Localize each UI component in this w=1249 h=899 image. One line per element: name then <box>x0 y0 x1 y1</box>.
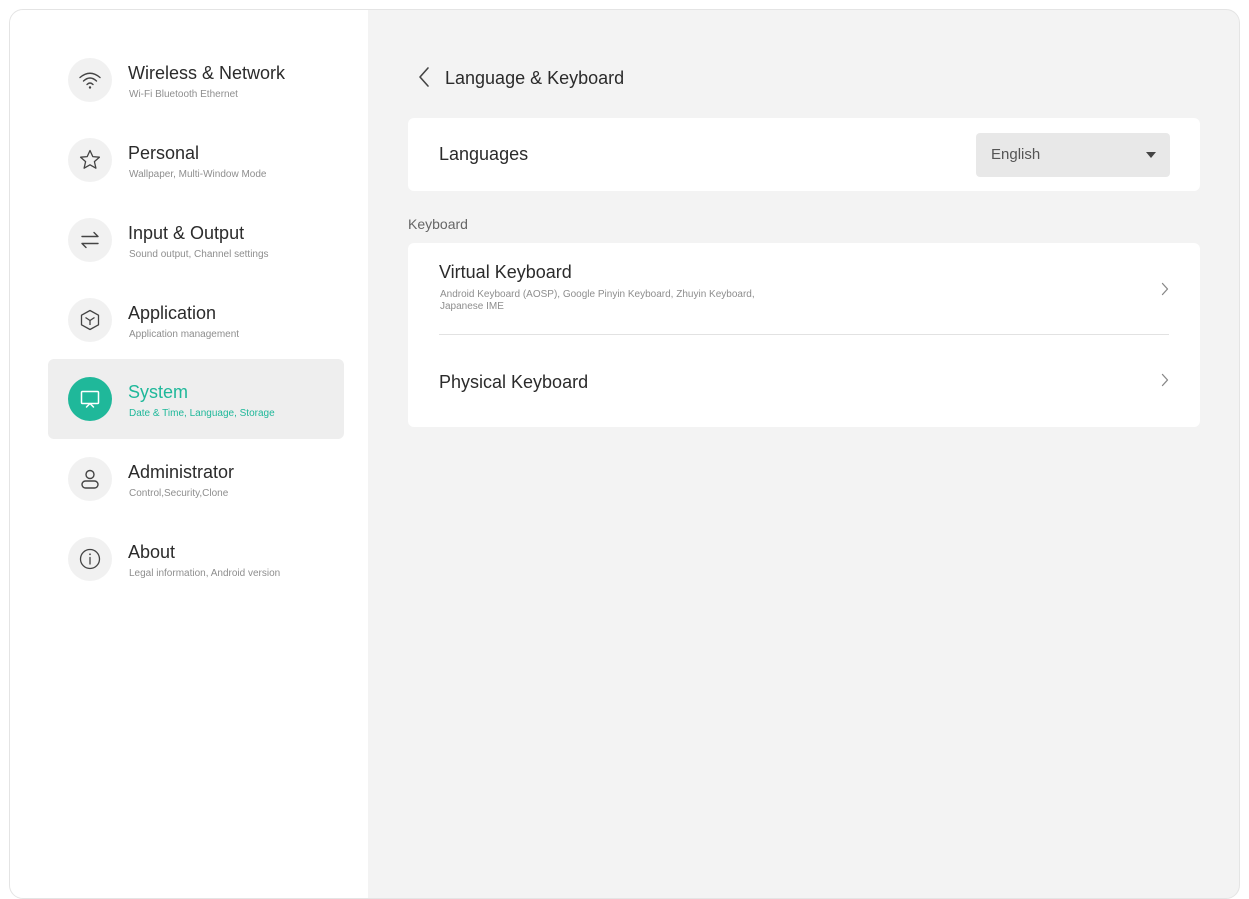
sidebar: Wireless & Network Wi-Fi Bluetooth Ether… <box>10 10 368 898</box>
language-dropdown[interactable]: English <box>976 133 1170 177</box>
wifi-icon <box>68 58 112 102</box>
sidebar-item-title: Input & Output <box>128 223 245 243</box>
sidebar-item-title: Administrator <box>128 462 235 482</box>
sidebar-item-subtitle: Legal information, Android version <box>129 568 281 579</box>
sidebar-item-title: Personal <box>128 143 200 163</box>
page-title: Language & Keyboard <box>445 68 625 88</box>
info-icon <box>68 537 112 581</box>
virtual-keyboard-subtitle: Android Keyboard (AOSP), Google Pinyin K… <box>440 289 755 312</box>
sidebar-item-administrator[interactable]: Administrator Control,Security,Clone <box>48 439 344 519</box>
sidebar-item-subtitle: Sound output, Channel settings <box>129 249 269 260</box>
sidebar-item-application[interactable]: Application Application management <box>48 280 344 360</box>
cube-icon <box>68 298 112 342</box>
sidebar-item-subtitle: Wallpaper, Multi-Window Mode <box>129 169 267 180</box>
language-dropdown-value: English <box>991 146 1041 163</box>
chevron-left-icon <box>419 67 429 87</box>
star-icon <box>68 138 112 182</box>
sidebar-item-subtitle: Application management <box>129 329 240 340</box>
sidebar-item-subtitle: Wi-Fi Bluetooth Ethernet <box>129 89 238 100</box>
person-icon <box>68 457 112 501</box>
settings-window: Wireless & Network Wi-Fi Bluetooth Ether… <box>9 9 1240 899</box>
languages-label: Languages <box>439 144 529 164</box>
sidebar-item-system[interactable]: System Date & Time, Language, Storage <box>48 359 344 439</box>
sidebar-item-subtitle: Control,Security,Clone <box>129 488 229 499</box>
keyboard-section-label: Keyboard <box>408 216 468 232</box>
main-content: Language & Keyboard Languages English Ke… <box>368 10 1239 898</box>
virtual-keyboard-item[interactable]: Virtual Keyboard Android Keyboard (AOSP)… <box>408 243 1200 335</box>
sidebar-item-subtitle: Date & Time, Language, Storage <box>129 408 275 419</box>
sidebar-item-title: Wireless & Network <box>128 63 286 83</box>
sidebar-item-personal[interactable]: Personal Wallpaper, Multi-Window Mode <box>48 120 344 200</box>
sidebar-item-title: Application <box>128 303 217 323</box>
chevron-right-icon <box>1158 282 1172 296</box>
divider <box>439 334 1169 335</box>
caret-down-icon <box>1146 152 1156 158</box>
keyboard-card: Virtual Keyboard Android Keyboard (AOSP)… <box>408 243 1200 427</box>
sidebar-item-about[interactable]: About Legal information, Android version <box>48 519 344 599</box>
languages-card: Languages English <box>408 118 1200 191</box>
back-button[interactable] <box>412 64 436 90</box>
sidebar-item-title: System <box>128 382 189 402</box>
physical-keyboard-title: Physical Keyboard <box>439 372 589 392</box>
monitor-icon <box>68 377 112 421</box>
sidebar-item-title: About <box>128 542 176 562</box>
sidebar-item-wireless-network[interactable]: Wireless & Network Wi-Fi Bluetooth Ether… <box>48 40 344 120</box>
physical-keyboard-item[interactable]: Physical Keyboard <box>408 336 1200 427</box>
sidebar-item-input-output[interactable]: Input & Output Sound output, Channel set… <box>48 200 344 280</box>
virtual-keyboard-title: Virtual Keyboard <box>439 262 572 282</box>
chevron-right-icon <box>1158 373 1172 387</box>
swap-arrows-icon <box>68 218 112 262</box>
